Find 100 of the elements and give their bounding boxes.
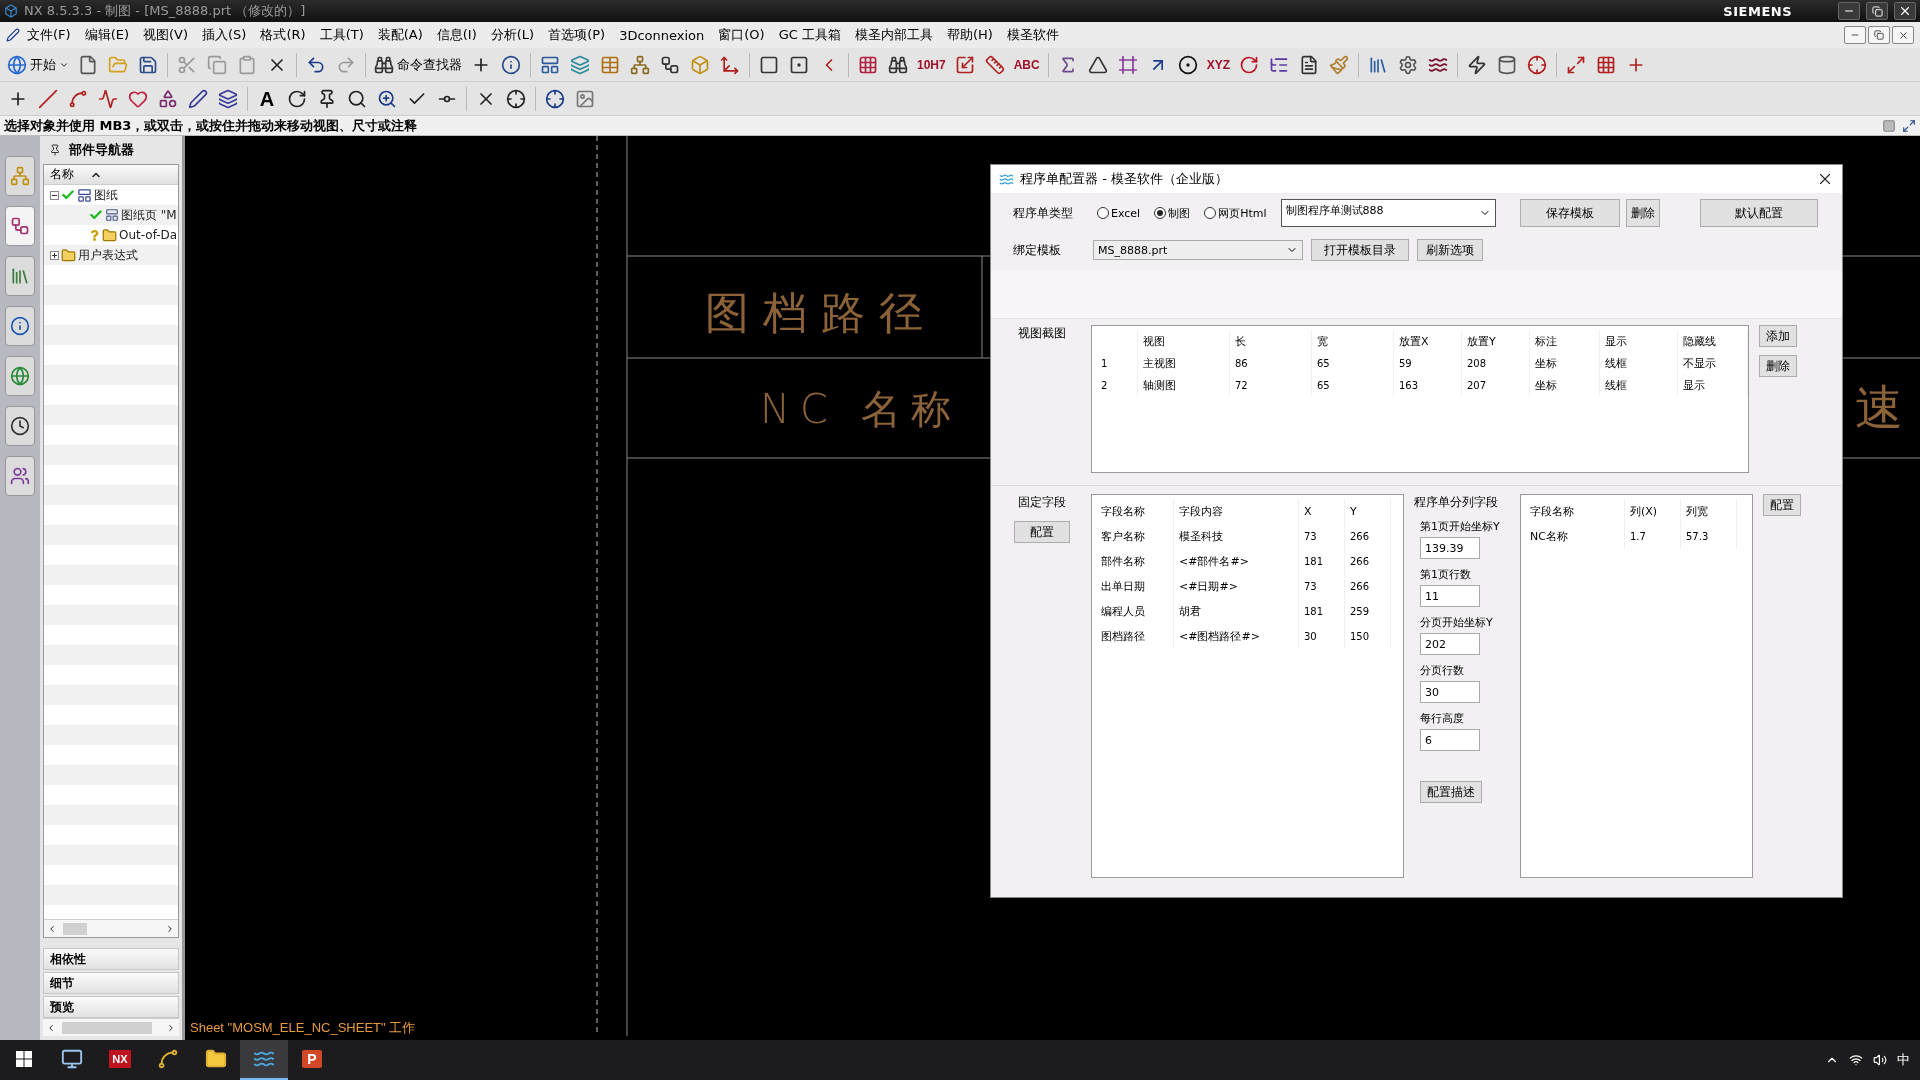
menu-item[interactable]: 窗口(O) [711,24,772,46]
config-button[interactable]: 配置 [1763,494,1801,516]
input-field[interactable]: 202 [1420,633,1480,655]
column-header: 放置X [1394,330,1462,352]
table-cell: 266 [1345,549,1391,574]
section-label: 视图截图 [1018,325,1066,342]
radio-option[interactable]: Excel [1097,206,1141,220]
table-cell: 266 [1345,574,1391,599]
menu-item[interactable]: 文件(F) [20,24,78,46]
menu-item[interactable]: 装配(A) [370,24,430,46]
slides-app-icon: P [302,1050,322,1068]
navigator-title: 部件导航器 [69,141,134,159]
menu-item[interactable]: 分析(L) [483,24,542,46]
table-cell: 坐标 [1530,374,1600,396]
command-finder-button[interactable]: 命令查找器 [371,50,465,79]
table-cell: 2 [1096,374,1138,396]
menu-item[interactable]: 视图(V) [136,24,196,46]
column-header: 视图 [1138,330,1230,352]
table-cell: 1 [1096,352,1138,374]
toolbar-button[interactable]: 保存模板 [1519,199,1620,227]
table-cell: 207 [1462,374,1530,396]
column-header: 标注 [1530,330,1600,352]
table-button[interactable]: 删除 [1759,355,1797,377]
field-label: 每行高度 [1420,711,1465,726]
tool-button[interactable]: A [253,84,281,113]
radio-option[interactable]: 制图 [1154,205,1191,221]
tree-item[interactable]: Out-of-Da [119,228,178,242]
template-dropdown[interactable]: 制图程序单测试888 [1280,199,1496,227]
menu-item[interactable]: 格式(R) [253,24,313,46]
drawing-text: 速 [1855,378,1903,437]
config-button[interactable]: 配置 [1014,521,1070,543]
radio-option[interactable]: 网页Html [1204,205,1267,221]
table-cell: 65 [1312,352,1394,374]
table-cell: 72 [1230,374,1312,396]
field-label: 绑定模板 [1013,241,1062,259]
table-cell: 主视图 [1138,352,1230,374]
input-field[interactable]: 30 [1420,681,1480,703]
input-field[interactable]: 11 [1420,585,1480,607]
table-cell: 73 [1299,574,1345,599]
table-cell: 不显示 [1678,352,1748,374]
open-folder-button[interactable]: 打开模板目录 [1311,239,1409,261]
menu-item[interactable]: 首选项(P) [541,24,613,46]
menu-item[interactable]: 帮助(H) [939,24,1000,46]
start-button[interactable]: 开始 [4,50,72,79]
table-cell: 150 [1345,624,1391,649]
menu-item[interactable]: 模圣内部工具 [847,24,940,46]
table-cell: 图档路径 [1096,624,1174,649]
taskbar-app[interactable]: P [288,1040,336,1080]
tool-button[interactable]: 10H7 [914,50,949,79]
panel-header[interactable]: 相依性 [43,948,179,970]
table-cell: 出单日期 [1096,574,1174,599]
column-header: 列(X) [1625,499,1681,524]
table-cell: <#图档路径#> [1174,624,1299,649]
column-header: 字段内容 [1174,499,1299,524]
table-cell: 编程人员 [1096,599,1174,624]
tool-button[interactable]: XYZ [1203,50,1234,79]
taskbar-app[interactable]: NX [96,1040,144,1080]
brand-label: SIEMENS [1723,3,1792,19]
tool-button[interactable]: ABC [1010,50,1043,79]
window-title: NX 8.5.3.3 - 制图 - [MS_8888.prt （修改的）] [24,2,307,20]
dialog-title: 程序单配置器 - 模圣软件（企业版） [1020,170,1229,188]
describe-button[interactable]: 配置描述 [1420,781,1482,803]
table-cell: <#部件名#> [1174,549,1299,574]
field-label: 第1页行数 [1420,567,1472,582]
table-cell: 208 [1462,352,1530,374]
table-cell: 胡君 [1174,599,1299,624]
prompt-text: 选择对象并使用 MB3，或双击，或按住并拖动来移动视图、尺寸或注释 [4,116,419,135]
panel-header[interactable]: 预览 [43,996,179,1018]
field-label: 程序单类型 [1013,204,1074,222]
menu-item[interactable]: 模圣软件 [999,24,1066,46]
column-header[interactable]: 名称 [50,166,74,183]
sheet-status: Sheet "MOSM_ELE_NC_SHEET" 工作 [190,1019,416,1037]
toolbar-button[interactable]: 删除 [1625,199,1660,227]
table-cell: 部件名称 [1096,549,1174,574]
column-header: X [1299,499,1345,524]
template-select[interactable]: MS_8888.prt [1093,240,1303,260]
input-method-indicator[interactable]: 中 [1897,1051,1910,1069]
table-cell: 73 [1299,524,1345,549]
menu-item[interactable]: 工具(T) [312,24,371,46]
menu-item[interactable]: 插入(S) [195,24,254,46]
table-cell: 163 [1394,374,1462,396]
menu-item[interactable]: 编辑(E) [77,24,136,46]
menu-item[interactable]: 3Dconnexion [612,25,712,45]
table-button[interactable]: 添加 [1759,325,1797,347]
field-label: 第1页开始坐标Y [1420,519,1501,534]
menu-item[interactable]: GC 工具箱 [771,24,848,46]
column-header: 列宽 [1681,499,1737,524]
section-label: 固定字段 [1018,494,1066,511]
panel-header[interactable]: 细节 [43,972,179,994]
input-field[interactable]: 6 [1420,729,1480,751]
input-field[interactable]: 139.39 [1420,537,1480,559]
toolbar-button[interactable]: 默认配置 [1699,199,1818,227]
table-cell: <#日期#> [1174,574,1299,599]
tree-item[interactable]: 用户表达式 [78,246,138,264]
tree-item[interactable]: 图纸 [94,186,118,204]
table-cell: 显示 [1678,374,1748,396]
menu-item[interactable]: 信息(I) [429,24,484,46]
refresh-button[interactable]: 刷新选项 [1417,239,1483,261]
tree-item[interactable]: 图纸页 "M [121,206,177,224]
column-header: 字段名称 [1096,499,1174,524]
